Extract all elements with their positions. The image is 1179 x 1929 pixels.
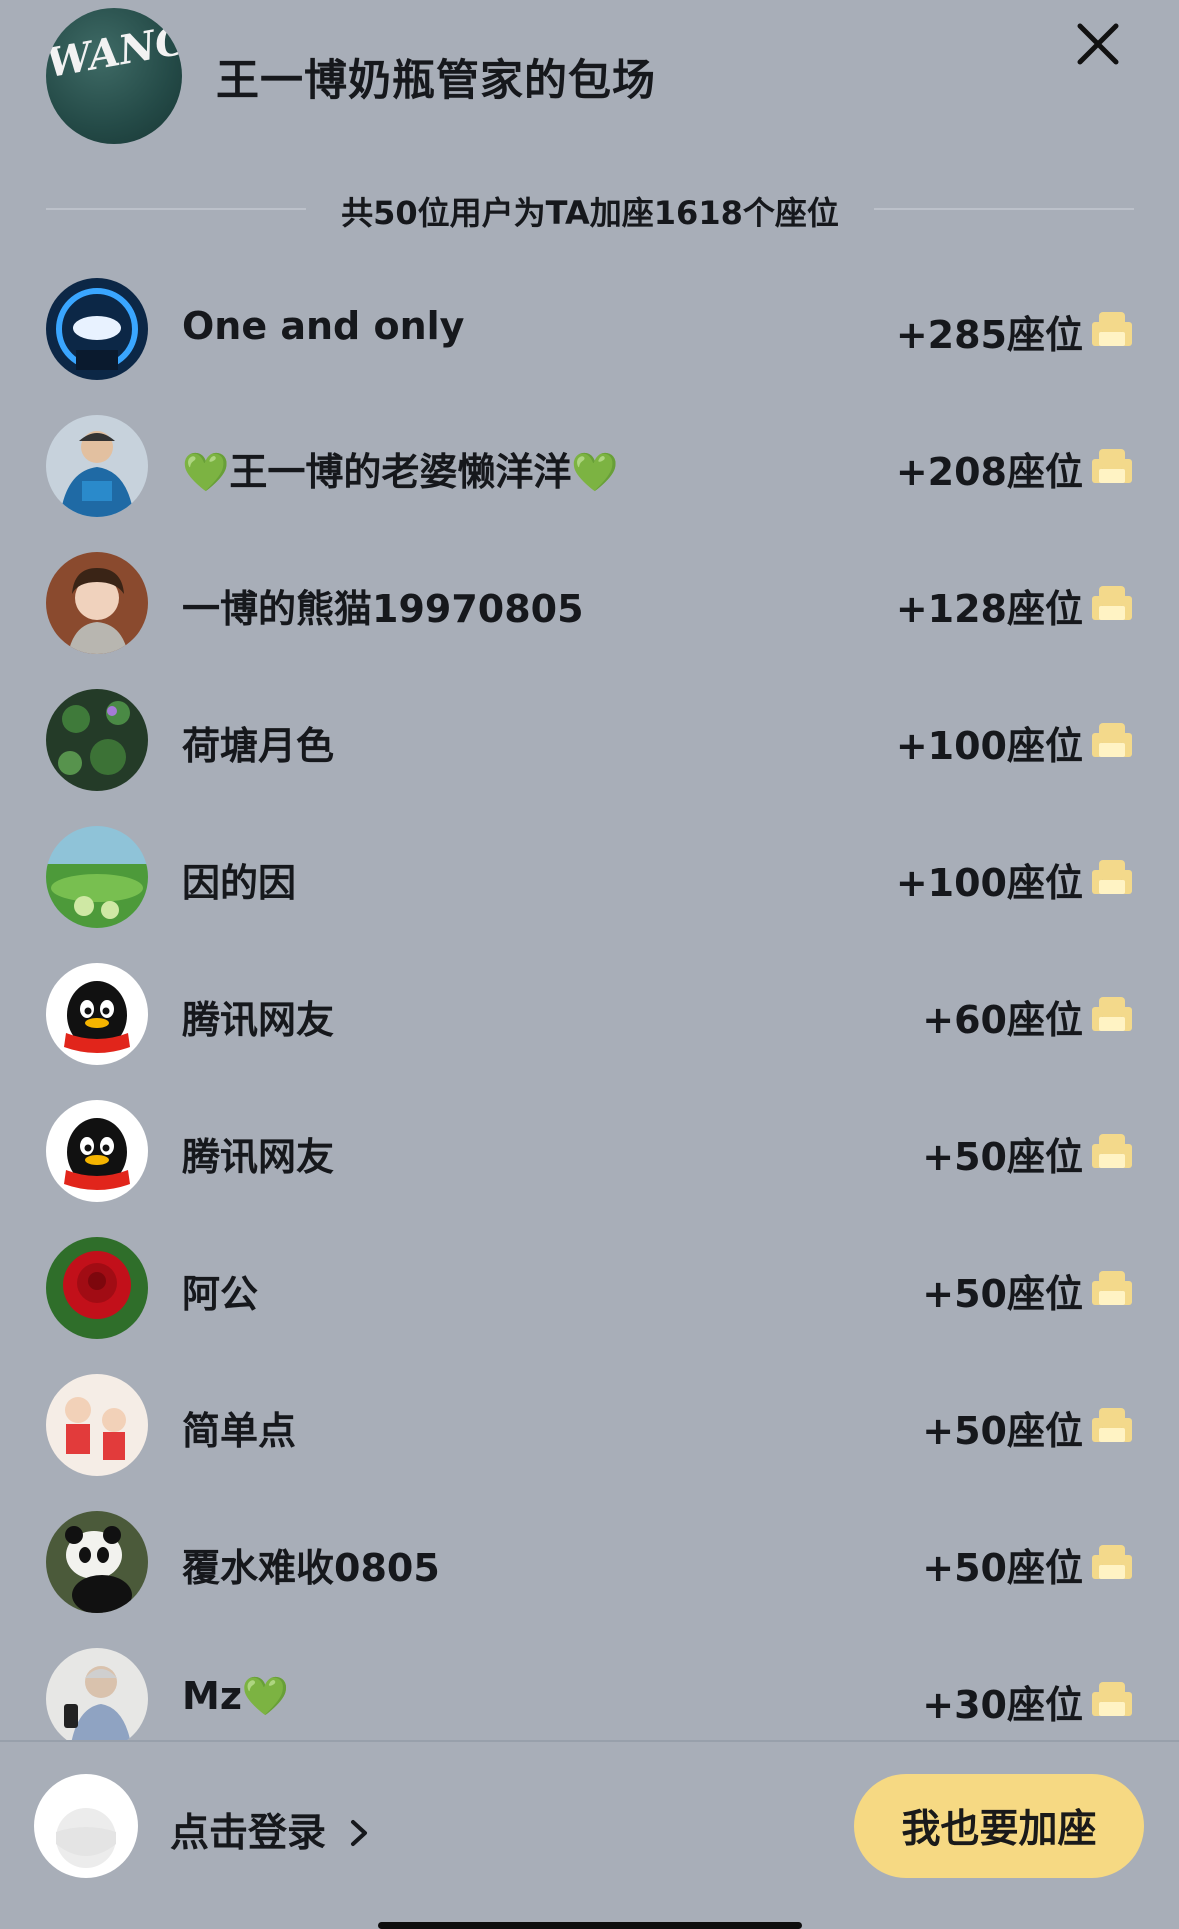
sofa-icon (1090, 1406, 1134, 1446)
sofa-icon (1090, 1543, 1134, 1583)
supporter-row[interactable]: One and only +285座位 (0, 260, 1179, 397)
header: WANG YIBO 王一博奶瓶管家的包场 (0, 0, 1179, 170)
qq-penguin-avatar[interactable] (46, 1100, 148, 1202)
supporter-row[interactable]: 阿公 +50座位 (0, 1219, 1179, 1356)
seat-count: +128座位 (895, 587, 1083, 631)
login-avatar[interactable] (34, 1774, 138, 1878)
seat-count: +100座位 (895, 724, 1083, 768)
user-avatar[interactable] (46, 1374, 148, 1476)
supporter-name: 一博的熊猫19970805 (182, 587, 584, 631)
chevron-right-icon (350, 1820, 367, 1846)
user-avatar[interactable] (46, 1648, 148, 1740)
supporter-row[interactable]: 💚王一博的老婆懒洋洋💚 +208座位 (0, 397, 1179, 534)
seat-count: +100座位 (895, 861, 1083, 905)
host-avatar[interactable]: WANG YIBO (46, 8, 182, 144)
seat-count: +30座位 (922, 1683, 1083, 1727)
supporter-name: 腾讯网友 (182, 1135, 335, 1179)
login-label: 点击登录 (170, 1811, 327, 1856)
seat-count: +60座位 (922, 998, 1083, 1042)
supporter-row[interactable]: 简单点 +50座位 (0, 1356, 1179, 1493)
divider (874, 208, 1134, 210)
sofa-icon (1090, 447, 1134, 487)
join-seat-button[interactable]: 我也要加座 (854, 1774, 1144, 1878)
bottom-divider (0, 1740, 1179, 1742)
svg-text:WANG YIBO: WANG YIBO (46, 8, 182, 87)
close-button[interactable] (1066, 12, 1130, 76)
supporter-name: 腾讯网友 (182, 998, 335, 1042)
supporter-name: 简单点 (182, 1409, 297, 1453)
user-avatar[interactable] (46, 552, 148, 654)
close-icon (1077, 23, 1119, 65)
sofa-icon (1090, 1132, 1134, 1172)
user-avatar[interactable] (46, 278, 148, 380)
supporter-name: 因的因 (182, 861, 297, 905)
divider (46, 208, 306, 210)
sofa-icon (1090, 721, 1134, 761)
home-indicator (378, 1922, 802, 1929)
sofa-icon (1090, 310, 1134, 350)
supporter-list[interactable]: One and only +285座位 💚王一博的老婆懒洋洋💚 +208座位一博的熊猫… (0, 260, 1179, 1740)
seat-count: +285座位 (895, 313, 1083, 357)
page-title: 王一博奶瓶管家的包场 (216, 56, 656, 106)
user-avatar[interactable] (46, 1237, 148, 1339)
seat-count: +208座位 (895, 450, 1083, 494)
supporter-name: 阿公 (182, 1272, 259, 1316)
supporter-row[interactable]: Mz💚 +30座位 (0, 1630, 1179, 1740)
qq-penguin-avatar[interactable] (46, 963, 148, 1065)
seat-count: +50座位 (922, 1546, 1083, 1590)
supporter-row[interactable]: 一博的熊猫19970805 +128座位 (0, 534, 1179, 671)
seat-count: +50座位 (922, 1409, 1083, 1453)
supporter-name: One and only (182, 304, 465, 348)
user-avatar[interactable] (46, 415, 148, 517)
supporter-name: Mz💚 (182, 1674, 290, 1718)
sofa-icon (1090, 1680, 1134, 1720)
sofa-icon (1090, 858, 1134, 898)
default-avatar-icon (36, 1776, 136, 1876)
login-link[interactable]: 点击登录 (170, 1802, 372, 1858)
supporter-name: 💚王一博的老婆懒洋洋💚 (182, 450, 619, 494)
supporter-name: 荷塘月色 (182, 724, 335, 768)
sofa-icon (1090, 995, 1134, 1035)
summary-row: 共50位用户为TA加座1618个座位 (46, 184, 1134, 234)
summary-text: 共50位用户为TA加座1618个座位 (341, 194, 839, 232)
user-avatar[interactable] (46, 689, 148, 791)
supporter-row[interactable]: 覆水难收0805 +50座位 (0, 1493, 1179, 1630)
supporter-row[interactable]: 腾讯网友 +60座位 (0, 945, 1179, 1082)
supporter-name: 覆水难收0805 (182, 1546, 440, 1590)
supporter-row[interactable]: 腾讯网友 +50座位 (0, 1082, 1179, 1219)
sofa-icon (1090, 584, 1134, 624)
seat-count: +50座位 (922, 1272, 1083, 1316)
supporter-row[interactable]: 荷塘月色 +100座位 (0, 671, 1179, 808)
user-avatar[interactable] (46, 1511, 148, 1613)
seat-count: +50座位 (922, 1135, 1083, 1179)
supporter-row[interactable]: 因的因 +100座位 (0, 808, 1179, 945)
sofa-icon (1090, 1269, 1134, 1309)
user-avatar[interactable] (46, 826, 148, 928)
